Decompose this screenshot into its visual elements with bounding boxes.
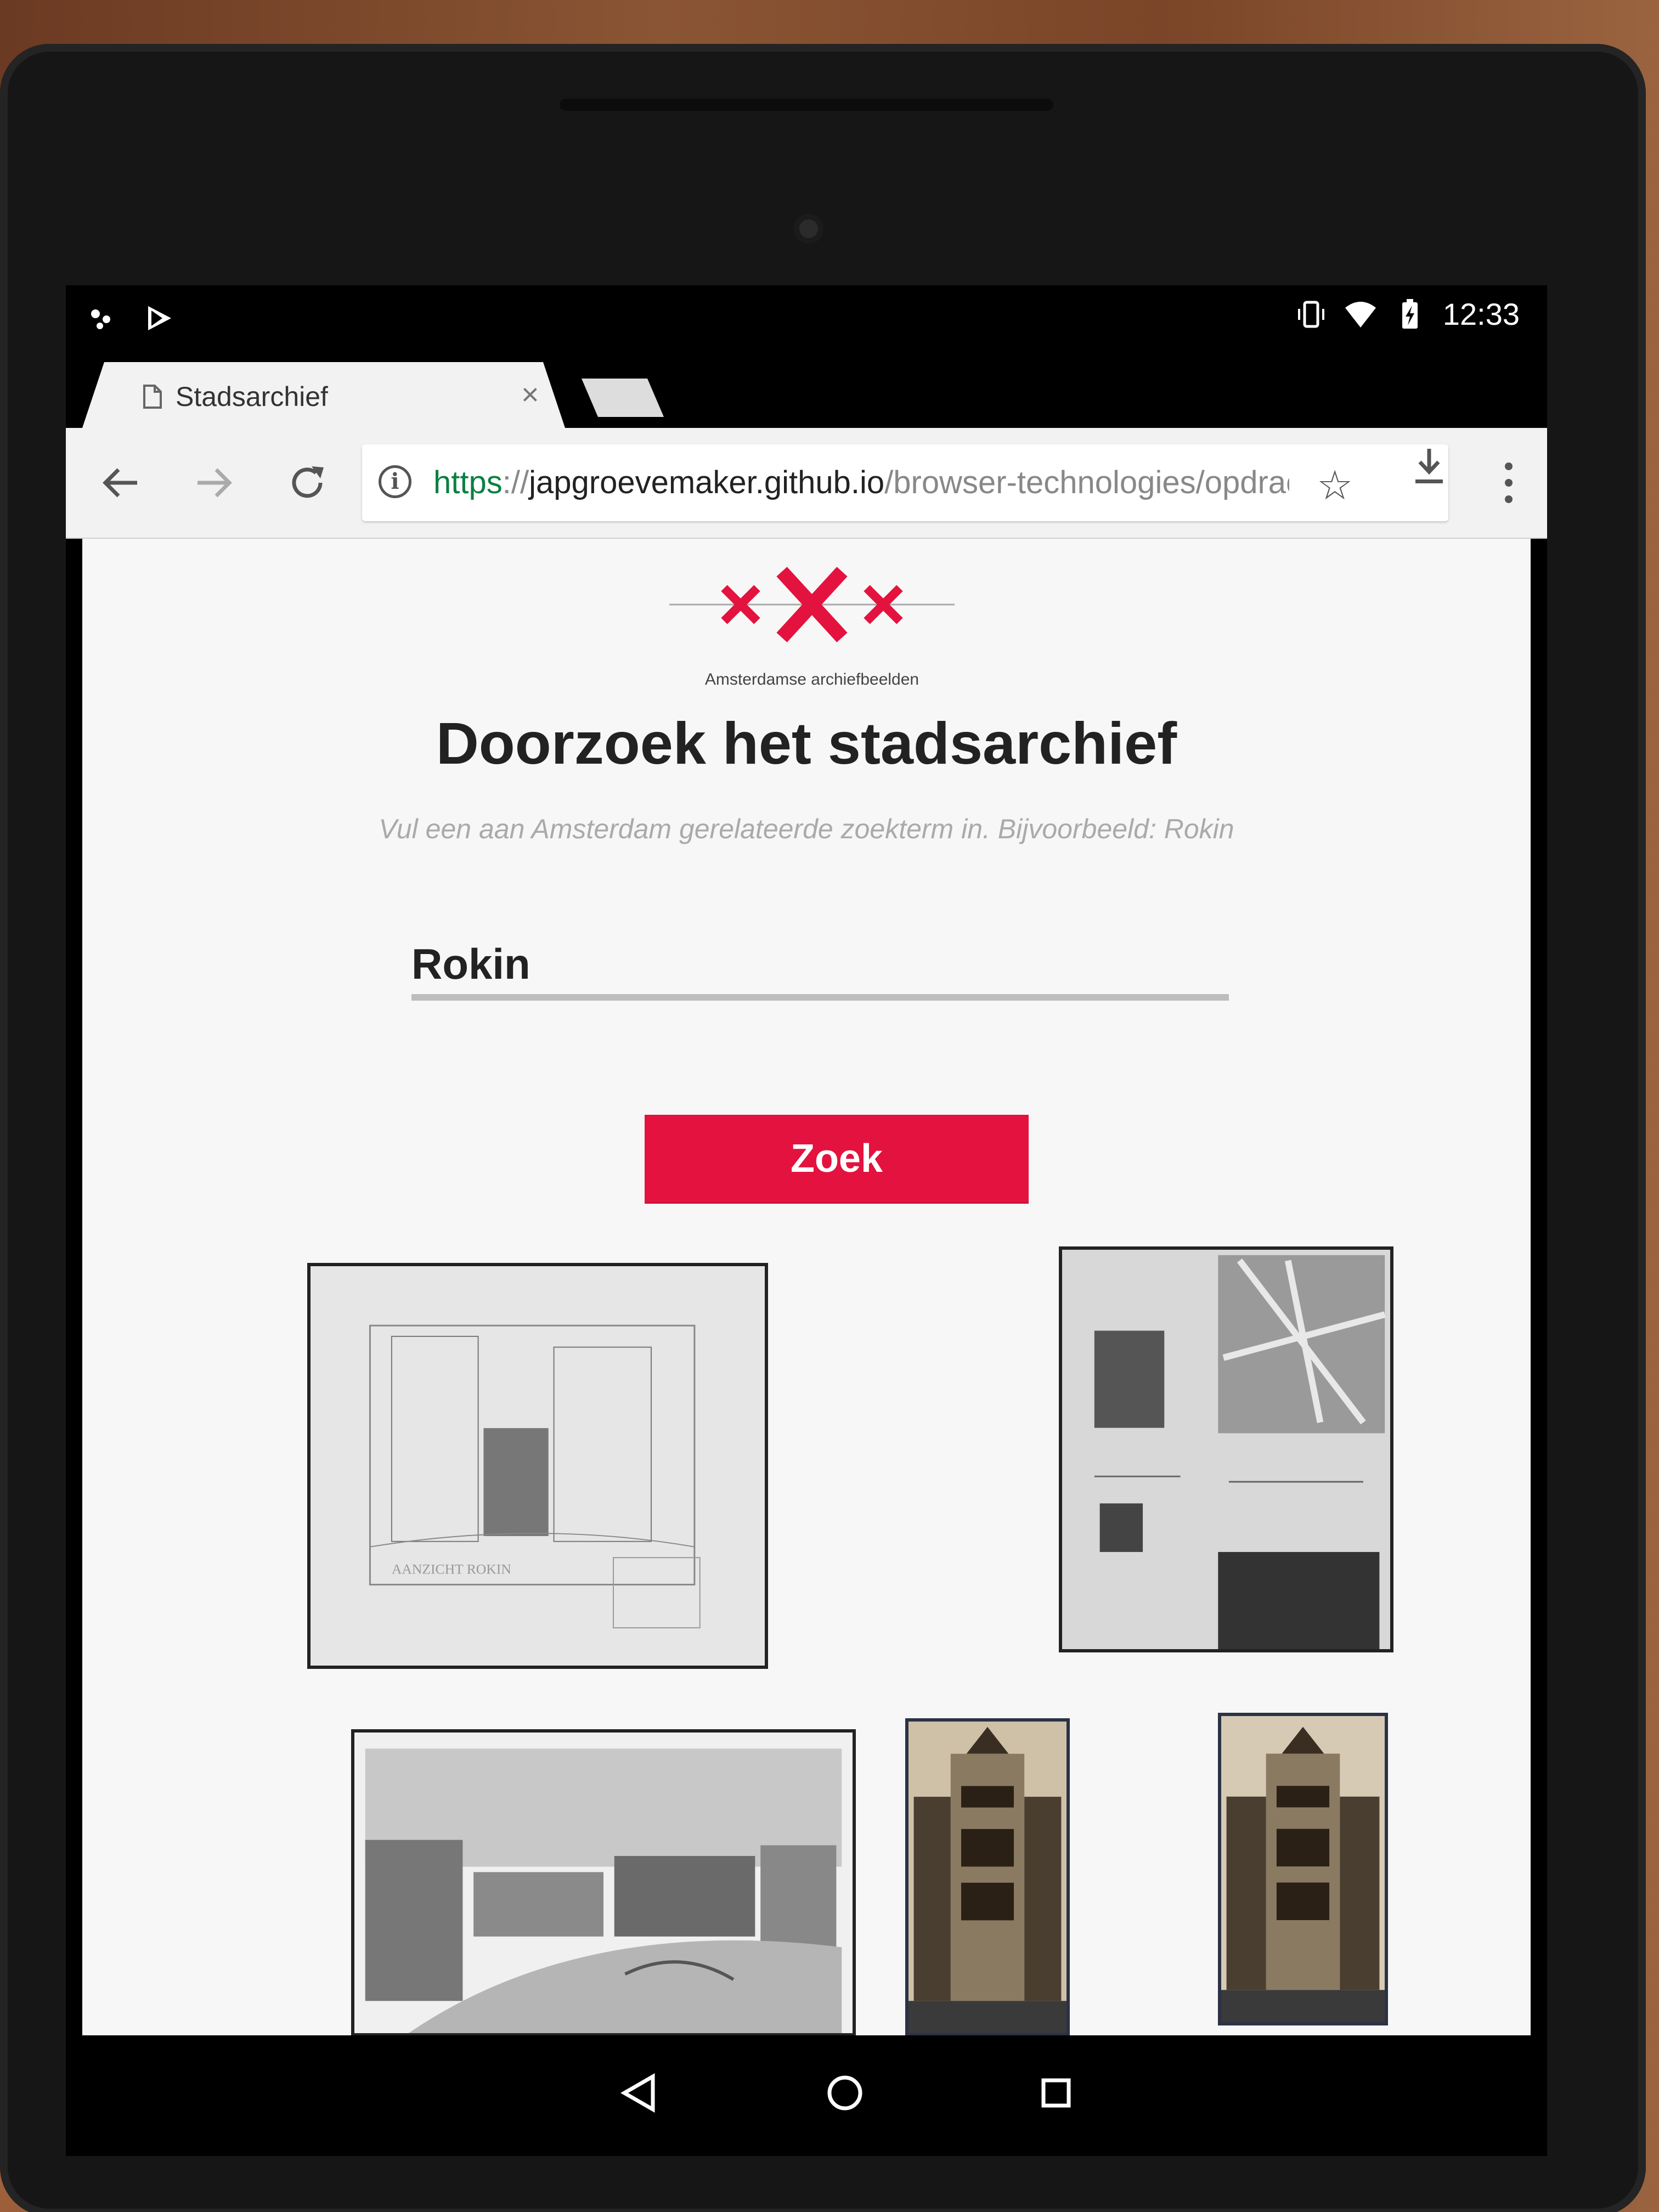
sketch-caption: AANZICHT ROKIN xyxy=(392,1561,511,1577)
address-bar[interactable]: i https://japgroevemaker.github.io/brows… xyxy=(362,444,1448,521)
page-title: Doorzoek het stadsarchief xyxy=(436,710,1177,776)
reload-icon[interactable] xyxy=(285,461,329,505)
url-path: /browser-technologies/opdrach xyxy=(884,465,1289,500)
building-photo-image xyxy=(1221,1716,1385,2022)
result-image-plan[interactable] xyxy=(1059,1246,1393,1652)
web-page: Amsterdamse archiefbeelden Doorzoek het … xyxy=(82,539,1531,2035)
site-logo: Amsterdamse archiefbeelden xyxy=(669,566,955,689)
navigation-bar xyxy=(66,2035,1547,2156)
result-image-street[interactable] xyxy=(351,1729,856,2035)
battery-charging-icon xyxy=(1402,298,1418,329)
blueprint-plan-image xyxy=(1062,1250,1390,1649)
notification-dots-icon xyxy=(91,309,110,329)
page-subtitle: Vul een aan Amsterdam gerelateerde zoekt… xyxy=(379,814,1234,844)
tab-strip: Stadsarchief × xyxy=(66,357,1547,428)
play-store-icon xyxy=(148,306,171,330)
new-tab-button[interactable] xyxy=(582,379,664,417)
url-host: japgroevemaker.github.io xyxy=(529,465,885,500)
xxx-cross-logo-icon xyxy=(669,567,955,642)
search-input[interactable] xyxy=(411,934,1229,1001)
url-separator: :// xyxy=(502,465,529,500)
architectural-sketch-image: AANZICHT ROKIN xyxy=(311,1266,765,1666)
building-photo-image xyxy=(909,1722,1066,2033)
url-text[interactable]: https://japgroevemaker.github.io/browser… xyxy=(433,464,1289,501)
document-icon xyxy=(143,385,162,409)
vibrate-icon xyxy=(1297,301,1324,328)
bookmark-star-icon[interactable]: ☆ xyxy=(1317,462,1353,509)
back-arrow-icon[interactable] xyxy=(99,461,143,505)
search-button[interactable]: Zoek xyxy=(645,1115,1029,1203)
forward-arrow-icon[interactable] xyxy=(192,461,236,505)
status-time: 12:33 xyxy=(1442,297,1520,331)
street-illustration-image xyxy=(354,1733,853,2033)
download-icon[interactable] xyxy=(1410,447,1448,486)
result-image-building-1[interactable] xyxy=(905,1718,1070,2035)
tab-close-icon[interactable]: × xyxy=(521,376,539,412)
speaker-grille xyxy=(560,99,1053,111)
tab-stadsarchief[interactable]: Stadsarchief × xyxy=(82,362,565,428)
status-bar: 12:33 xyxy=(66,285,1547,357)
tab-title: Stadsarchief xyxy=(176,381,328,412)
photo-scene: 12:33 Stadsarchief × i https://japgroeve… xyxy=(0,0,1659,2212)
overflow-menu-icon[interactable] xyxy=(1503,461,1514,505)
home-circle-icon[interactable] xyxy=(820,2068,870,2118)
browser-toolbar: i https://japgroevemaker.github.io/brows… xyxy=(66,428,1547,539)
info-icon[interactable]: i xyxy=(379,465,411,498)
result-image-sketch[interactable]: AANZICHT ROKIN xyxy=(307,1263,768,1669)
front-camera xyxy=(794,214,823,244)
url-scheme: https xyxy=(433,465,503,500)
logo-caption: Amsterdamse archiefbeelden xyxy=(704,670,919,689)
back-triangle-icon[interactable] xyxy=(614,2068,664,2118)
device-screen: 12:33 Stadsarchief × i https://japgroeve… xyxy=(66,285,1547,2035)
recents-square-icon[interactable] xyxy=(1031,2068,1081,2118)
result-image-building-2[interactable] xyxy=(1218,1713,1388,2025)
wifi-icon xyxy=(1345,301,1376,328)
